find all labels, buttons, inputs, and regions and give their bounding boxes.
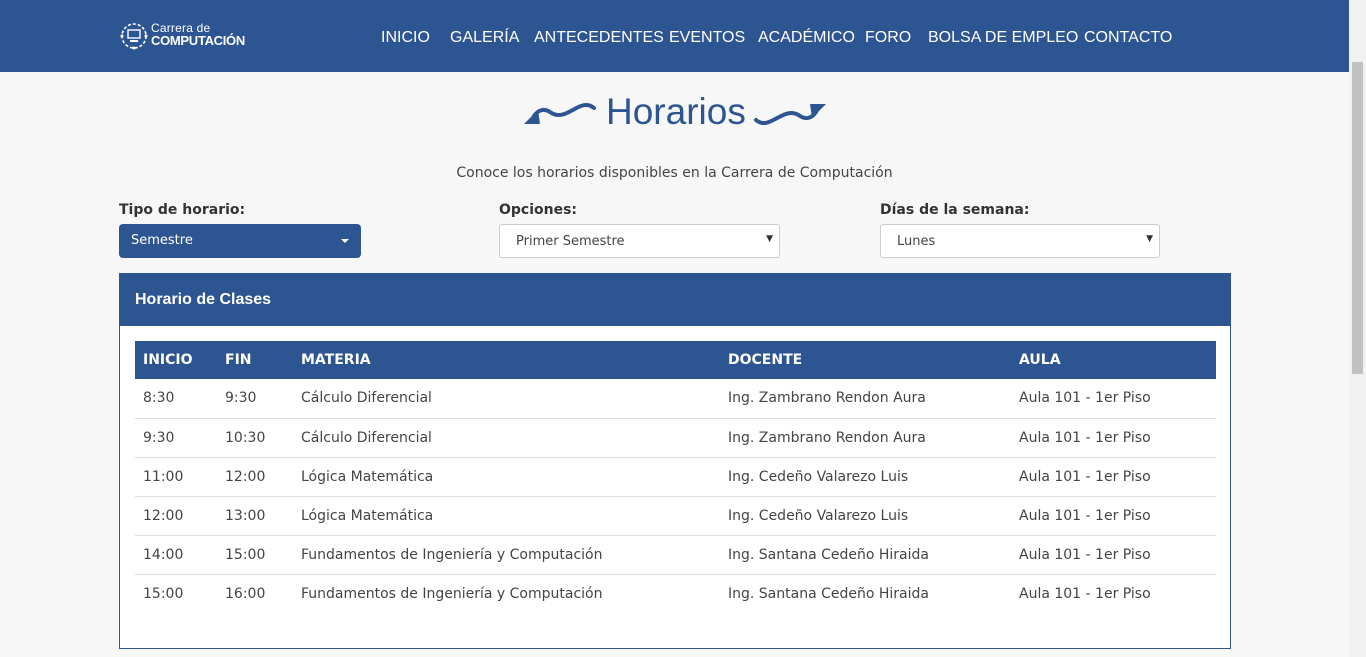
caret-down-icon (341, 239, 349, 243)
table-row: 11:00 12:00 Lógica Matemática Ing. Cedeñ… (135, 457, 1216, 496)
cell-inicio: 15:00 (143, 585, 184, 602)
tipo-horario-label: Tipo de horario: (119, 202, 246, 218)
cell-docente: Ing. Cedeño Valarezo Luis (728, 507, 909, 524)
cell-inicio: 9:30 (143, 429, 175, 446)
nav-item-inicio[interactable]: INICIO (381, 28, 430, 48)
cell-inicio: 11:00 (143, 468, 184, 485)
tipo-horario-value: Semestre (131, 233, 193, 248)
nav-item-galeria[interactable]: GALERÍA (450, 28, 519, 48)
cell-aula: Aula 101 - 1er Piso (1019, 429, 1151, 446)
dias-semana-select[interactable]: Lunes ▼ (880, 224, 1160, 258)
cell-docente: Ing. Santana Cedeño Hiraida (728, 585, 929, 602)
dropdown-arrow-icon: ▼ (766, 234, 773, 244)
cell-docente: Ing. Santana Cedeño Hiraida (728, 546, 929, 563)
page-subtitle: Conoce los horarios disponibles en la Ca… (456, 165, 893, 181)
cell-materia: Cálculo Diferencial (301, 429, 432, 446)
page-title: Horarios (606, 91, 746, 132)
cell-fin: 9:30 (225, 390, 257, 407)
column-header-inicio: INICIO (143, 352, 193, 368)
opciones-value: Primer Semestre (516, 234, 625, 249)
cell-materia: Lógica Matemática (301, 507, 434, 524)
swirl-arrow-right-icon (754, 104, 826, 125)
table-row: 15:00 16:00 Fundamentos de Ingeniería y … (135, 574, 1216, 613)
table-row: 9:30 10:30 Cálculo Diferencial Ing. Zamb… (135, 418, 1216, 457)
brand-logo[interactable]: Carrera de COMPUTACIÓN (119, 20, 245, 52)
schedule-panel: Horario de Clases INICIO FIN MATERIA DOC… (119, 273, 1231, 649)
tipo-horario-select[interactable]: Semestre (119, 224, 361, 258)
nav-item-foro[interactable]: FORO (865, 28, 911, 48)
cell-materia: Fundamentos de Ingeniería y Computación (301, 585, 603, 602)
cell-docente: Ing. Zambrano Rendon Aura (728, 390, 926, 407)
cell-fin: 10:30 (225, 429, 266, 446)
table-header-row: INICIO FIN MATERIA DOCENTE AULA (135, 341, 1216, 379)
column-header-aula: AULA (1019, 352, 1061, 368)
opciones-label: Opciones: (499, 202, 578, 218)
cell-aula: Aula 101 - 1er Piso (1019, 546, 1151, 563)
cell-aula: Aula 101 - 1er Piso (1019, 585, 1151, 602)
table-row: 8:30 9:30 Cálculo Diferencial Ing. Zambr… (135, 379, 1216, 418)
computer-gear-icon (120, 23, 148, 50)
swirl-arrow-left-icon (524, 103, 596, 124)
cell-fin: 12:00 (225, 468, 266, 485)
column-header-docente: DOCENTE (728, 352, 803, 368)
cell-inicio: 14:00 (143, 546, 184, 563)
cell-aula: Aula 101 - 1er Piso (1019, 468, 1151, 485)
dropdown-arrow-icon: ▼ (1146, 234, 1153, 244)
nav-item-bolsa-de-empleo[interactable]: BOLSA DE EMPLEO (928, 28, 1078, 48)
nav-item-contacto[interactable]: CONTACTO (1084, 28, 1172, 48)
nav-item-antecedentes[interactable]: ANTECEDENTES (534, 28, 664, 48)
cell-docente: Ing. Cedeño Valarezo Luis (728, 468, 909, 485)
cell-inicio: 8:30 (143, 390, 175, 407)
schedule-table: INICIO FIN MATERIA DOCENTE AULA 8:30 9:3… (135, 341, 1216, 613)
brand-line2: COMPUTACIÓN (151, 33, 245, 48)
cell-materia: Cálculo Diferencial (301, 390, 432, 407)
table-row: 14:00 15:00 Fundamentos de Ingeniería y … (135, 535, 1216, 574)
cell-inicio: 12:00 (143, 507, 184, 524)
table-row: 12:00 13:00 Lógica Matemática Ing. Cedeñ… (135, 496, 1216, 535)
scroll-thumb[interactable] (1352, 62, 1363, 374)
dias-semana-label: Días de la semana: (880, 202, 1030, 218)
dias-semana-value: Lunes (897, 234, 936, 249)
top-navbar: Carrera de COMPUTACIÓN INICIO GALERÍA AN… (0, 0, 1349, 72)
cell-fin: 13:00 (225, 507, 266, 524)
column-header-fin: FIN (225, 352, 252, 368)
cell-aula: Aula 101 - 1er Piso (1019, 507, 1151, 524)
panel-title: Horario de Clases (135, 291, 272, 308)
column-header-materia: MATERIA (301, 352, 371, 368)
nav-item-eventos[interactable]: EVENTOS (669, 28, 745, 48)
page-scrollbar[interactable] (1349, 0, 1366, 657)
cell-docente: Ing. Zambrano Rendon Aura (728, 429, 926, 446)
panel-header: Horario de Clases (120, 274, 1230, 326)
cell-fin: 16:00 (225, 585, 266, 602)
cell-aula: Aula 101 - 1er Piso (1019, 390, 1151, 407)
cell-materia: Fundamentos de Ingeniería y Computación (301, 546, 603, 563)
opciones-select[interactable]: Primer Semestre ▼ (499, 224, 780, 258)
cell-materia: Lógica Matemática (301, 468, 434, 485)
nav-item-academico[interactable]: ACADÉMICO (758, 28, 855, 48)
cell-fin: 15:00 (225, 546, 266, 563)
